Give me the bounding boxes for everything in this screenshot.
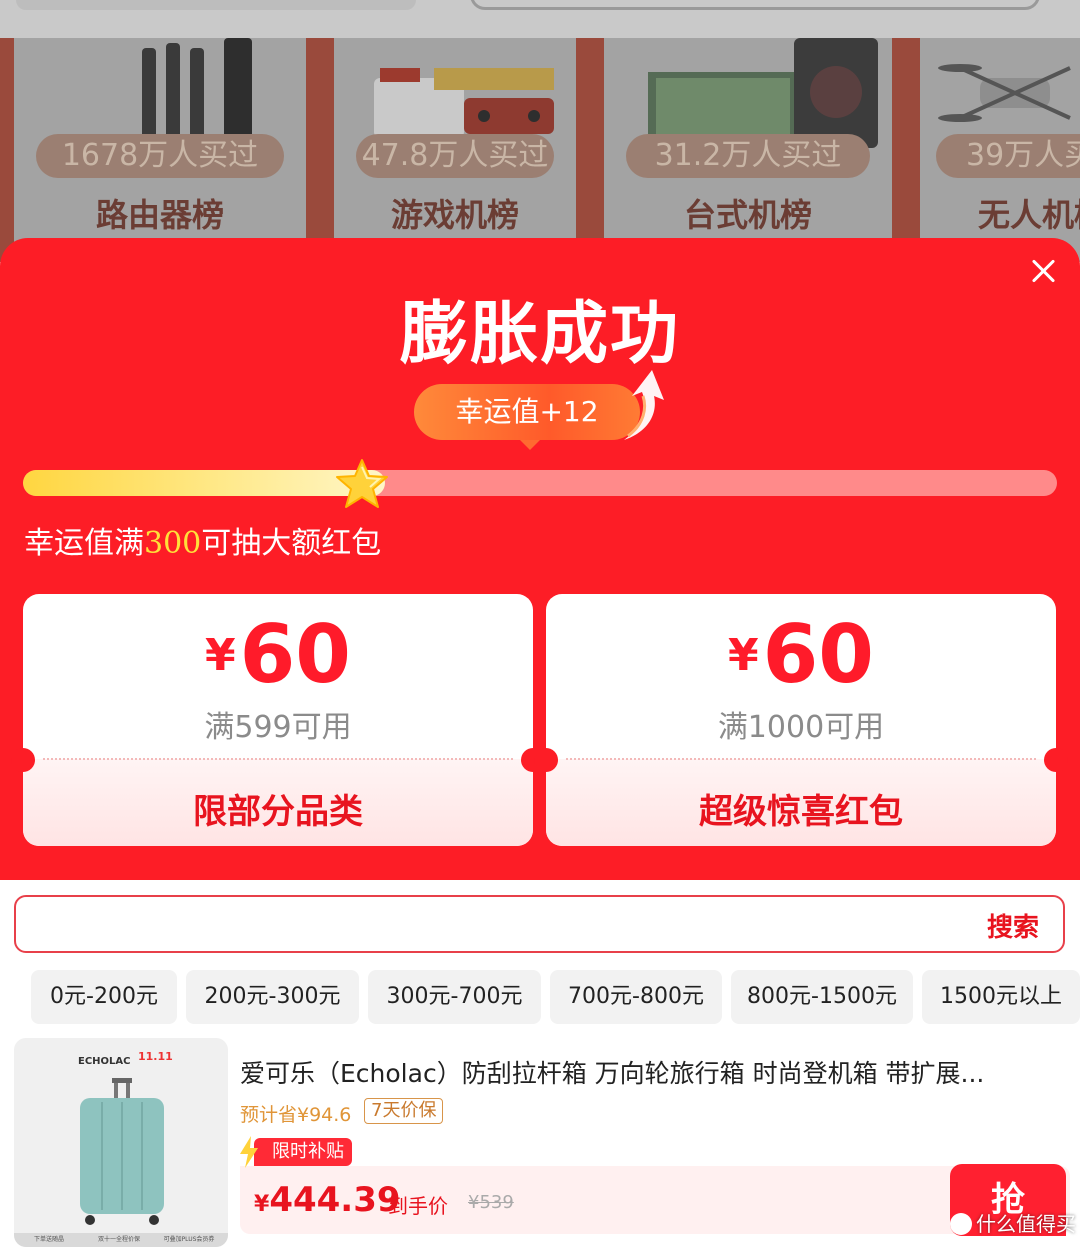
watermark-logo-icon <box>950 1213 972 1235</box>
coupon-divider <box>43 758 513 760</box>
rank-card-title: 路由器榜 <box>95 196 224 234</box>
luck-value-pill: 幸运值+12 <box>414 384 640 450</box>
product-image[interactable]: ECHOLAC 11.11 下单送随晶 双十一全程价保 可叠加PLUS会员券 <box>14 1038 228 1247</box>
watermark: 什么值得买 <box>950 1208 1076 1240</box>
coupon-label: 限部分品类 <box>193 792 363 832</box>
rank-card-game-console: 47.8万人买过 游戏机榜 <box>334 38 576 262</box>
price-guarantee-tag: 7天价保 <box>364 1098 444 1124</box>
rank-card-desktop: 31.2万人买过 台式机榜 <box>604 38 892 262</box>
coupon-amount: ¥60 <box>23 608 533 701</box>
coupon-value: 60 <box>239 608 351 701</box>
rank-card-title: 无人机榜 <box>978 196 1080 234</box>
rule-suffix: 可抽大额红包 <box>201 526 382 561</box>
luck-rule-text: 幸运值满300可抽大额红包 <box>24 518 381 562</box>
sale-logo: 11.11 <box>138 1050 173 1063</box>
up-arrow-icon <box>624 370 664 440</box>
currency-symbol: ¥ <box>254 1192 270 1217</box>
brand-logo: ECHOLAC <box>78 1056 131 1067</box>
original-price: ¥539 <box>468 1192 514 1213</box>
suitcase-image <box>80 1078 164 1225</box>
rank-card-badge: 39万人买过 <box>936 134 1080 178</box>
rank-card-drone: 39万人买过 无人机榜 <box>920 38 1080 262</box>
price-filter-chip[interactable]: 1500元以上 <box>922 970 1080 1024</box>
rank-card-badge: 47.8万人买过 <box>356 134 554 178</box>
coupon-card[interactable]: ¥60 满1000可用 超级惊喜红包 <box>546 594 1056 846</box>
price-filter-chip[interactable]: 200元-300元 <box>186 970 359 1024</box>
coupon-divider <box>566 758 1036 760</box>
rule-prefix: 幸运值满 <box>24 526 144 561</box>
coupon-amount: ¥60 <box>546 608 1056 701</box>
product-title[interactable]: 爱可乐（Echolac）防刮拉杆箱 万向轮旅行箱 时尚登机箱 带扩展... <box>240 1054 1070 1090</box>
promo-strip: 下单送随晶 双十一全程价保 可叠加PLUS会员券 <box>14 1233 228 1247</box>
search-input[interactable]: 搜索 <box>14 895 1065 953</box>
luck-progress-fill <box>23 470 385 496</box>
popup-title: 膨胀成功 <box>399 295 680 374</box>
coupon-condition: 满599可用 <box>204 710 352 745</box>
price-filter-chip[interactable]: 700元-800元 <box>550 970 722 1024</box>
estimated-savings: 预计省¥94.6 <box>240 1104 352 1126</box>
rank-card-title: 台式机榜 <box>683 196 812 234</box>
final-price: ¥444.39 <box>254 1180 401 1220</box>
promo-strip-item: 可叠加PLUS会员券 <box>163 1236 215 1243</box>
currency-symbol: ¥ <box>728 630 759 681</box>
rank-card-badge: 1678万人买过 <box>36 134 284 178</box>
background-header-left <box>16 0 416 10</box>
price-filter-chip[interactable]: 300元-700元 <box>368 970 541 1024</box>
coupon-card[interactable]: ¥60 满599可用 限部分品类 <box>23 594 533 846</box>
background-search-pill <box>470 0 1040 10</box>
watermark-text: 什么值得买 <box>976 1212 1076 1236</box>
lightning-icon <box>240 1136 258 1168</box>
coupon-condition: 满1000可用 <box>717 710 885 745</box>
rank-card-router: 1678万人买过 路由器榜 <box>14 38 306 262</box>
coupon-notch <box>1044 748 1068 772</box>
inflate-success-popup: 膨胀成功 幸运值+12 幸运值满300可抽大额红包 ¥60 满599可用 限部分… <box>0 238 1080 880</box>
promo-strip-item: 下单送随晶 <box>33 1236 64 1243</box>
coupon-notch <box>534 748 558 772</box>
promo-strip-item: 双十一全程价保 <box>97 1236 140 1243</box>
pill-pointer <box>520 440 540 450</box>
rank-card-badge: 31.2万人买过 <box>626 134 870 178</box>
limited-subsidy-tag: 限时补贴 <box>254 1138 352 1166</box>
luck-value-label: 幸运值+12 <box>455 395 599 428</box>
rule-threshold: 300 <box>144 526 202 561</box>
coupon-value: 60 <box>762 608 874 701</box>
price-bar: ¥444.39 到手价 ¥539 <box>240 1166 1070 1234</box>
rank-card-title: 游戏机榜 <box>390 196 519 234</box>
coupon-label: 超级惊喜红包 <box>699 792 903 832</box>
currency-symbol: ¥ <box>205 630 236 681</box>
search-button[interactable]: 搜索 <box>987 907 1039 944</box>
price-value: 444.39 <box>269 1180 401 1220</box>
after-price-label: 到手价 <box>388 1194 448 1218</box>
luck-progress-bar <box>23 470 1057 496</box>
coupon-notch <box>11 748 35 772</box>
price-filter-chip[interactable]: 0元-200元 <box>31 970 177 1024</box>
star-icon <box>336 459 388 508</box>
price-filter-chip[interactable]: 800元-1500元 <box>731 970 913 1024</box>
background-overlay: 1678万人买过 路由器榜 47.8万人买过 游戏机榜 31.2万人买过 台式机… <box>0 0 1080 262</box>
background-header <box>0 0 1080 38</box>
product-card[interactable]: ECHOLAC 11.11 下单送随晶 双十一全程价保 可叠加PLUS会员券 爱可乐… <box>14 1038 1080 1247</box>
